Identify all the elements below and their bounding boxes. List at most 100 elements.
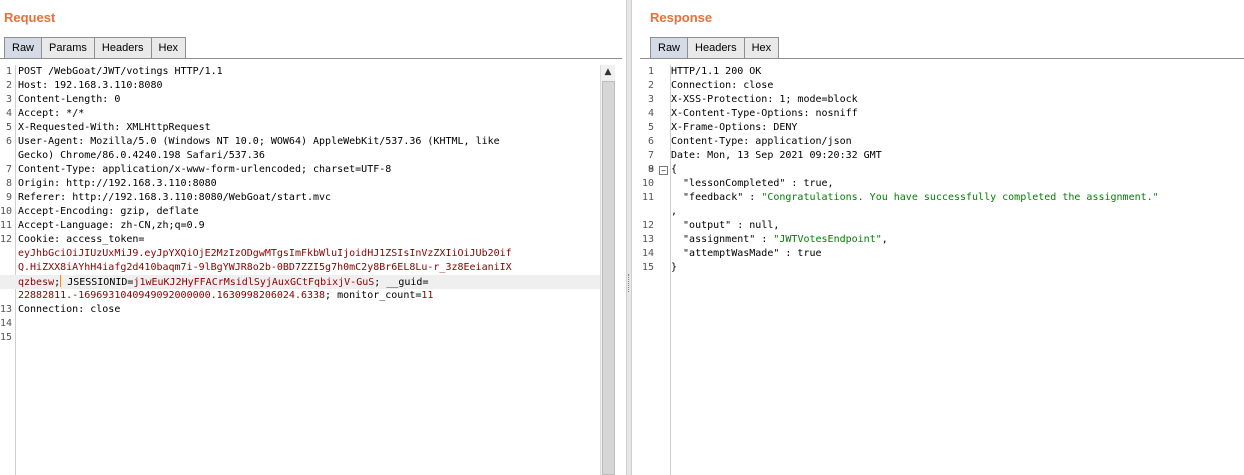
code-token: Mon, 13 Sep 2021 09:20:32 GMT [707,150,882,161]
code-token: 11 [421,290,434,301]
line-number: 14 [641,248,654,259]
line-number: 9 [647,164,654,175]
request-tab-raw[interactable]: Raw [4,37,43,58]
splitter-grip-icon[interactable] [628,274,631,292]
response-code-line: 15} [640,261,1244,275]
line-number: 7 [5,164,12,175]
code-token: 1; mode=block [779,94,858,105]
code-token: } [671,262,678,273]
line-number: 6 [5,136,12,147]
panel-splitter[interactable] [626,0,632,475]
code-token: Date: [671,150,708,161]
line-number: 1 [647,66,654,77]
line-number: 11 [641,192,654,203]
line-number: 2 [647,80,654,91]
code-token: qzbesw [18,277,55,288]
code-token: ; [325,290,338,301]
response-tab-headers[interactable]: Headers [687,37,745,58]
request-code-line: 15 [0,331,600,345]
response-code-line: 4 X-Content-Type-Options: nosniff [640,107,1244,121]
response-code-line: 10 "lessonCompleted" : true, [640,177,1244,191]
request-code-line: eyJhbGciOiJIUzUxMiJ9.eyJpYXQiOjE2MzIzODg… [0,247,600,261]
response-editor[interactable]: 1 HTTP/1.1 200 OK 2 Connection: close 3 X-XSS… [640,65,1244,475]
line-number: 6 [647,136,654,147]
response-code-line: 13 "assignment" : "JWTVotesEndpoint", [640,233,1244,247]
scroll-up-arrow-icon[interactable]: ▲ [601,65,615,79]
line-number: 15 [0,332,13,343]
code-token: */* [66,108,85,119]
code-token: ; [374,277,387,288]
code-token: __guid [386,277,423,288]
line-number: 12 [641,220,654,231]
line-number: 9 [5,192,12,203]
response-tab-hex[interactable]: Hex [743,37,780,58]
code-token: Q.HiZXX8iAYhH4iafg2d410baqm7i-9lBgYWJR8o… [18,262,512,273]
line-number: 2 [5,80,12,91]
response-code-line: 14 "attemptWasMade" : true [640,247,1244,261]
request-code-line: 11 Accept-Language: zh-CN,zh;q=0.9 [0,219,600,233]
code-token: nosniff [815,108,858,119]
code-token: X-XSS-Protection: [671,94,780,105]
code-token: Gecko) Chrome/86.0.4240.198 Safari/537.3… [18,150,265,161]
line-number: 15 [641,262,654,273]
request-code-line: 22882811.-1696931040949092000000.1630998… [0,289,600,303]
line-number: 10 [0,206,13,217]
response-code-line: 9−{ [640,163,1244,177]
request-code-line: 4 Accept: */* [0,107,600,121]
code-token: 0 [114,94,121,105]
code-token: 192.168.3.110:8080 [54,80,163,91]
code-token: , [881,234,888,245]
code-token: : [755,234,774,245]
code-token: Referer: [18,192,73,203]
response-code-line: 2 Connection: close [640,79,1244,93]
request-code-line: Q.HiZXX8iAYhH4iafg2d410baqm7i-9lBgYWJR8o… [0,261,600,275]
code-token: Connection: [18,304,91,315]
code-token: http://192.168.3.110:8080/WebGoat/start.… [72,192,332,203]
code-token: DENY [773,122,798,133]
code-token: j1wEuKJ2HyFFACrMsidlSyjAuxGCtFqbixjV-GuS [133,277,375,288]
request-code-line: 13 Connection: close [0,303,600,317]
line-number: 13 [641,234,654,245]
code-token: HTTP/1.1 200 OK [671,66,762,77]
code-token: application/json [755,136,852,147]
line-number: 8 [5,178,12,189]
response-tab-raw[interactable]: Raw [650,37,689,58]
request-code-line: 5 X-Requested-With: XMLHttpRequest [0,121,600,135]
fold-toggle-icon[interactable]: − [659,166,668,175]
request-code-line: 10 Accept-Encoding: gzip, deflate [0,205,600,219]
response-tabs: Raw Headers Hex [650,37,780,59]
response-title: Response [650,10,713,25]
response-code-line: 7 Date: Mon, 13 Sep 2021 09:20:32 GMT [640,149,1244,163]
request-tab-headers[interactable]: Headers [93,37,152,58]
request-tab-hex[interactable]: Hex [150,37,187,58]
code-token: 22882811.-1696931040949092000000.1630998… [18,290,326,301]
request-editor[interactable]: 1 POST /WebGoat/JWT/votings HTTP/1.1 2 Host… [0,65,600,475]
request-code-line: qzbesw; JSESSIONID = j1wEuKJ2HyFFACrMsidlS… [0,275,600,289]
line-number: 11 [0,220,13,231]
code-token: { [671,164,678,175]
code-token: close [743,80,774,91]
request-title: Request [4,10,56,25]
response-tab-divider [640,58,1244,59]
line-number: 14 [0,318,13,329]
scrollbar-thumb[interactable] [602,81,615,475]
request-tab-params[interactable]: Params [41,37,95,58]
code-token: zh-CN,zh;q=0.9 [120,220,205,231]
code-token: close [90,304,121,315]
request-code-line: 8 Origin: http://192.168.3.110:8080 [0,177,600,191]
code-token: X-Content-Type-Options: [671,108,816,119]
code-token: Mozilla/5.0 (Windows NT 10.0; WOW64) App… [90,136,500,147]
code-token: monitor_count [337,290,416,301]
code-token: = [138,234,145,245]
request-vertical-scrollbar[interactable]: ▲ [600,65,615,475]
line-number: 4 [5,108,12,119]
line-number: 7 [647,150,654,161]
line-number: 1 [5,66,12,77]
code-token: X-Requested-With: [18,122,127,133]
code-token: X-Frame-Options: [671,122,774,133]
request-code-line: 14 [0,317,600,331]
request-panel: Request Raw Params Headers Hex 1 POST /WebGo… [0,0,622,475]
request-code-line: 6 User-Agent: Mozilla/5.0 (Windows NT 10.… [0,135,600,149]
request-code-line: 2 Host: 192.168.3.110:8080 [0,79,600,93]
request-code-line: 9 Referer: http://192.168.3.110:8080/WebG… [0,191,600,205]
